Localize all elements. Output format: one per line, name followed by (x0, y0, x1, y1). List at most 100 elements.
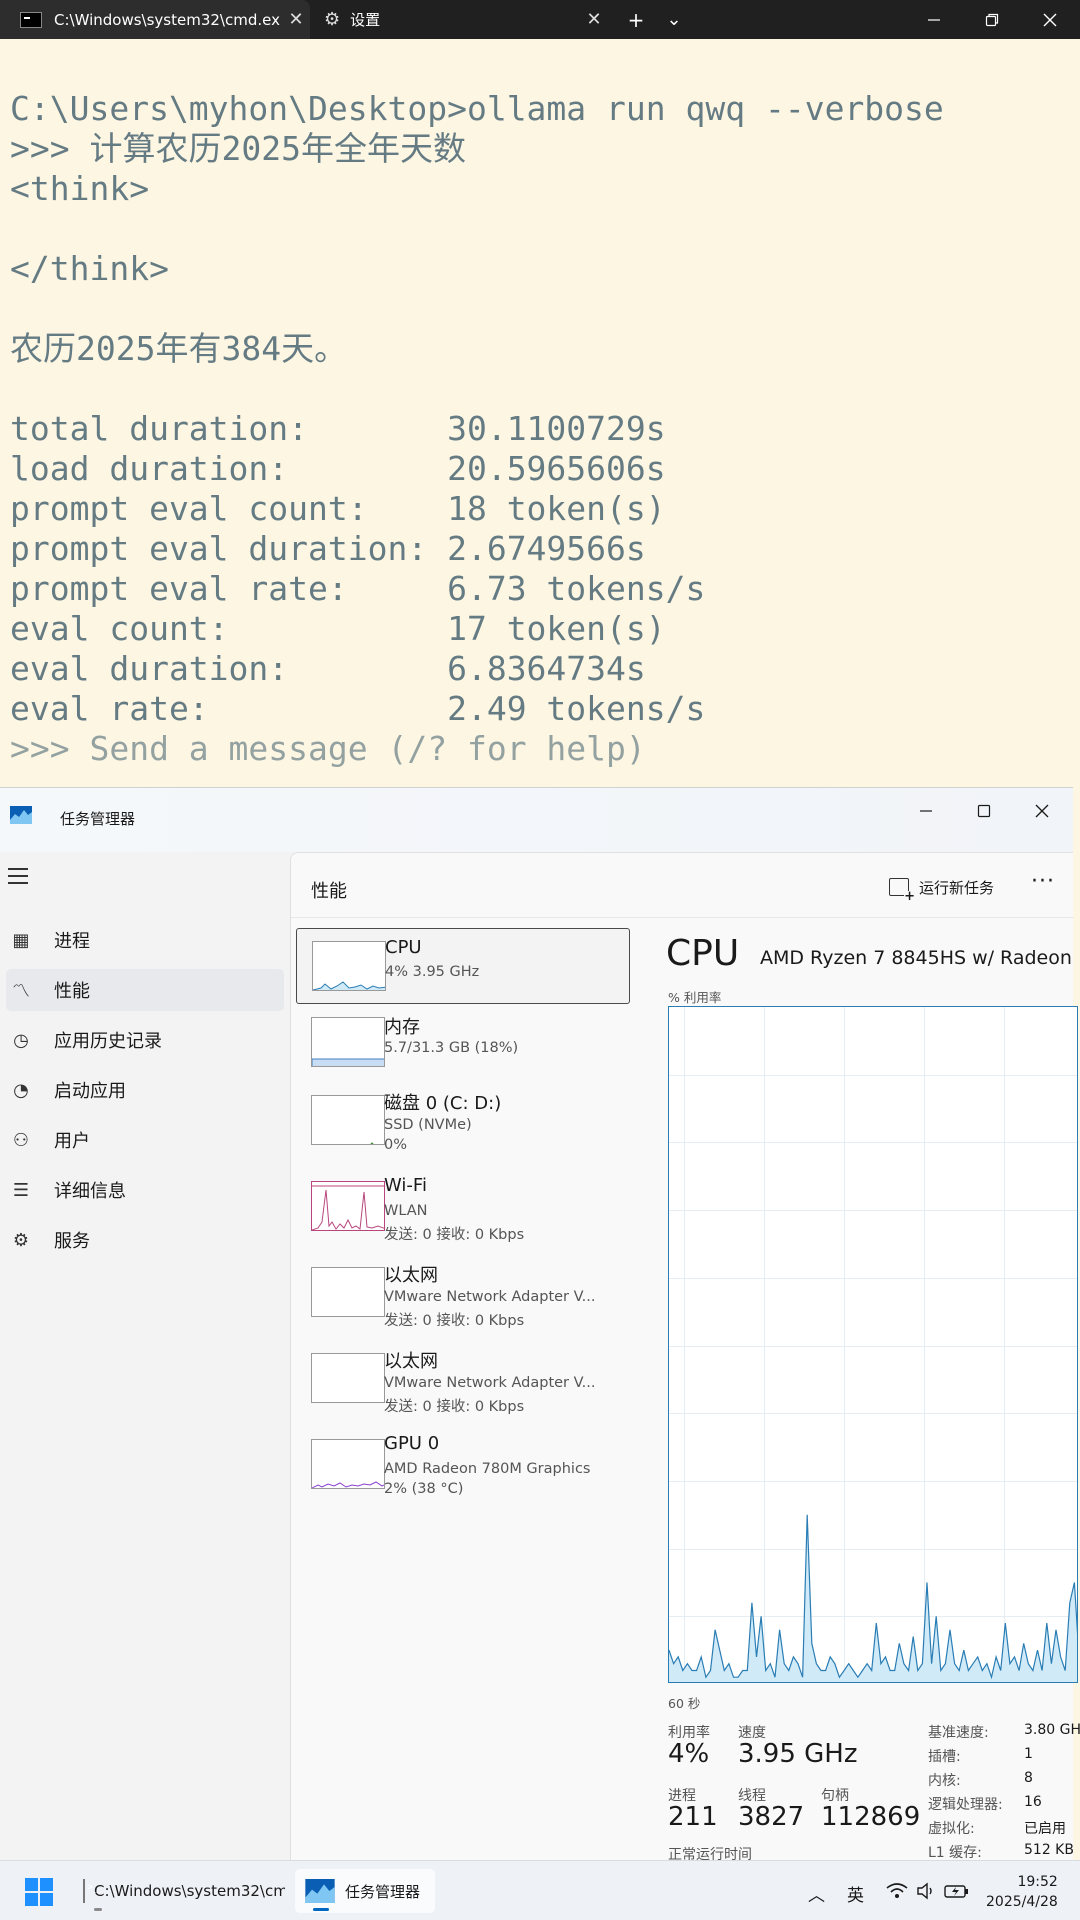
nav-item-processes[interactable]: ▦ 进程 (6, 919, 284, 961)
resource-name: Wi-Fi (384, 1175, 427, 1196)
graph-y-axis-label: % 利用率 (668, 990, 722, 1005)
volume-icon[interactable] (916, 1882, 936, 1900)
processes-icon: ▦ (12, 929, 30, 951)
resource-name: CPU (385, 937, 422, 958)
tab-cmd[interactable]: C:\Windows\system32\cmd.ex ✕ (0, 0, 310, 39)
window-title: 任务管理器 (60, 810, 136, 828)
resource-ethernet-1[interactable]: 以太网 VMware Network Adapter V... 发送: 0 接收… (296, 1253, 630, 1339)
resource-wifi[interactable]: Wi-Fi WLAN 发送: 0 接收: 0 Kbps (296, 1167, 630, 1253)
clock[interactable]: 19:52 2025/4/28 (986, 1872, 1058, 1912)
page-title: 性能 (311, 881, 347, 902)
restore-icon (985, 13, 999, 26)
processes-value: 211 (668, 1802, 718, 1832)
start-button-icon[interactable] (25, 1878, 53, 1906)
resource-gpu-0[interactable]: GPU 0 AMD Radeon 780M Graphics 2% (38 °C… (296, 1425, 630, 1511)
close-button[interactable] (1018, 796, 1066, 826)
detail-value: 16 (1024, 1794, 1042, 1810)
close-icon (1043, 13, 1057, 26)
disk-thumbnail-graph (311, 1095, 385, 1145)
battery-charging-icon[interactable] (944, 1883, 970, 1899)
minimize-icon (920, 810, 932, 812)
nav-item-label: 应用历史记录 (54, 1031, 162, 1052)
clock-date: 2025/4/28 (986, 1894, 1058, 1910)
resource-detail: VMware Network Adapter V... (384, 1375, 596, 1391)
resource-ethernet-2[interactable]: 以太网 VMware Network Adapter V... 发送: 0 接收… (296, 1339, 630, 1425)
run-new-task-button[interactable]: 运行新任务 (889, 871, 994, 903)
ime-indicator[interactable]: 英 (847, 1881, 864, 1906)
services-icon: ⚙ (12, 1229, 30, 1251)
speed-value: 3.95 GHz (738, 1739, 858, 1769)
resource-disk-0[interactable]: 磁盘 0 (C: D:) SSD (NVMe) 0% (296, 1081, 630, 1167)
maximize-button[interactable] (960, 796, 1008, 826)
minimize-button[interactable] (902, 796, 950, 826)
close-button[interactable] (1028, 0, 1072, 39)
nav-item-label: 进程 (54, 931, 90, 952)
resource-detail: 5.7/31.3 GB (18%) (384, 1040, 519, 1056)
show-hidden-icons-chevron-icon[interactable]: ︿ (808, 1881, 825, 1906)
taskbar-app-task-manager[interactable]: 任务管理器 (295, 1869, 435, 1913)
nav-item-startup-apps[interactable]: ◔ 启动应用 (6, 1069, 284, 1111)
task-manager-window: 任务管理器 ▦ 进程 〽 性能 ◷ 应用历史记录 ◔ 启动应用 ⚇ 用户 ☰ 详… (0, 787, 1080, 1863)
restore-button[interactable] (970, 0, 1014, 39)
nav-item-label: 用户 (54, 1131, 90, 1152)
terminal-line: prompt eval duration: 2.6749566s (10, 529, 646, 568)
terminal-line: load duration: 20.5965606s (10, 449, 666, 488)
detail-key: 基准速度: (928, 1725, 989, 1741)
more-options-button[interactable]: ··· (1031, 869, 1055, 894)
resource-name: 内存 (384, 1017, 420, 1038)
close-tab-icon[interactable]: ✕ (580, 9, 608, 30)
hamburger-menu-icon[interactable] (8, 868, 28, 886)
resource-cpu[interactable]: CPU 4% 3.95 GHz (296, 928, 630, 1004)
resource-name: 以太网 (384, 1265, 438, 1286)
taskbar-app-label: 任务管理器 (345, 1882, 421, 1901)
nav-item-services[interactable]: ⚙ 服务 (6, 1219, 284, 1261)
close-tab-icon[interactable]: ✕ (282, 9, 310, 30)
cmd-icon (20, 11, 42, 28)
terminal-line: >>> 计算农历2025年全年天数 (10, 129, 466, 168)
task-manager-app-icon (305, 1879, 335, 1903)
detail-key: 逻辑处理器: (928, 1797, 1003, 1813)
resource-detail: VMware Network Adapter V... (384, 1289, 596, 1305)
resource-detail: 0% (384, 1137, 408, 1153)
terminal-output[interactable]: C:\Users\myhon\Desktop>ollama run qwq --… (0, 39, 1080, 787)
run-new-task-label: 运行新任务 (919, 878, 995, 897)
terminal-line: prompt eval rate: 6.73 tokens/s (10, 569, 706, 608)
wifi-icon[interactable] (886, 1883, 908, 1899)
cpu-model-name: AMD Ryzen 7 8845HS w/ Radeon (760, 947, 1072, 969)
clock-time: 19:52 (1017, 1874, 1058, 1890)
performance-panel: 性能 运行新任务 ··· CPU 4% 3.95 GHz 内存 5.7/3 (290, 852, 1080, 1863)
run-new-task-icon (889, 878, 915, 903)
detail-key: L1 缓存: (928, 1845, 982, 1861)
cpu-usage-line (669, 1514, 1077, 1680)
detail-value: 已启用 (1024, 1821, 1066, 1837)
terminal-line: 农历2025年有384天。 (10, 329, 348, 368)
wifi-mini-graph (312, 1185, 384, 1230)
nav-item-label: 服务 (54, 1231, 90, 1252)
detail-key: 内核: (928, 1773, 961, 1789)
cpu-utilization-chart (669, 1007, 1077, 1682)
resource-name: 以太网 (384, 1351, 438, 1372)
nav-item-performance[interactable]: 〽 性能 (6, 969, 284, 1011)
minimize-button[interactable] (912, 0, 956, 39)
nav-item-label: 详细信息 (54, 1181, 126, 1202)
resource-detail: 4% 3.95 GHz (385, 964, 480, 980)
resource-detail: 发送: 0 接收: 0 Kbps (384, 1399, 525, 1415)
detail-key: 插槽: (928, 1749, 961, 1765)
detail-key: 虚拟化: (928, 1821, 975, 1837)
tab-dropdown-button[interactable]: ⌄ (652, 0, 696, 39)
task-manager-titlebar[interactable]: 任务管理器 (0, 788, 1073, 852)
gpu-mini-graph (312, 1481, 384, 1488)
taskbar-app-cmd[interactable]: C:\Windows\system32\cmd.exe (70, 1869, 285, 1913)
tab-settings[interactable]: ⚙ 设置 ✕ (310, 0, 608, 39)
terminal-line: eval duration: 6.8364734s (10, 649, 646, 688)
nav-item-users[interactable]: ⚇ 用户 (6, 1119, 284, 1161)
resource-detail: AMD Radeon 780M Graphics (384, 1461, 591, 1477)
terminal-prompt-input[interactable]: >>> Send a message (/? for help) (10, 729, 1070, 769)
resource-memory[interactable]: 内存 5.7/31.3 GB (18%) (296, 1005, 630, 1081)
taskbar: C:\Windows\system32\cmd.exe 任务管理器 ︿ 英 (0, 1860, 1080, 1920)
nav-item-details[interactable]: ☰ 详细信息 (6, 1169, 284, 1211)
wifi-thumbnail-graph (311, 1181, 385, 1231)
nav-item-app-history[interactable]: ◷ 应用历史记录 (6, 1019, 284, 1061)
performance-icon: 〽 (12, 981, 30, 1002)
